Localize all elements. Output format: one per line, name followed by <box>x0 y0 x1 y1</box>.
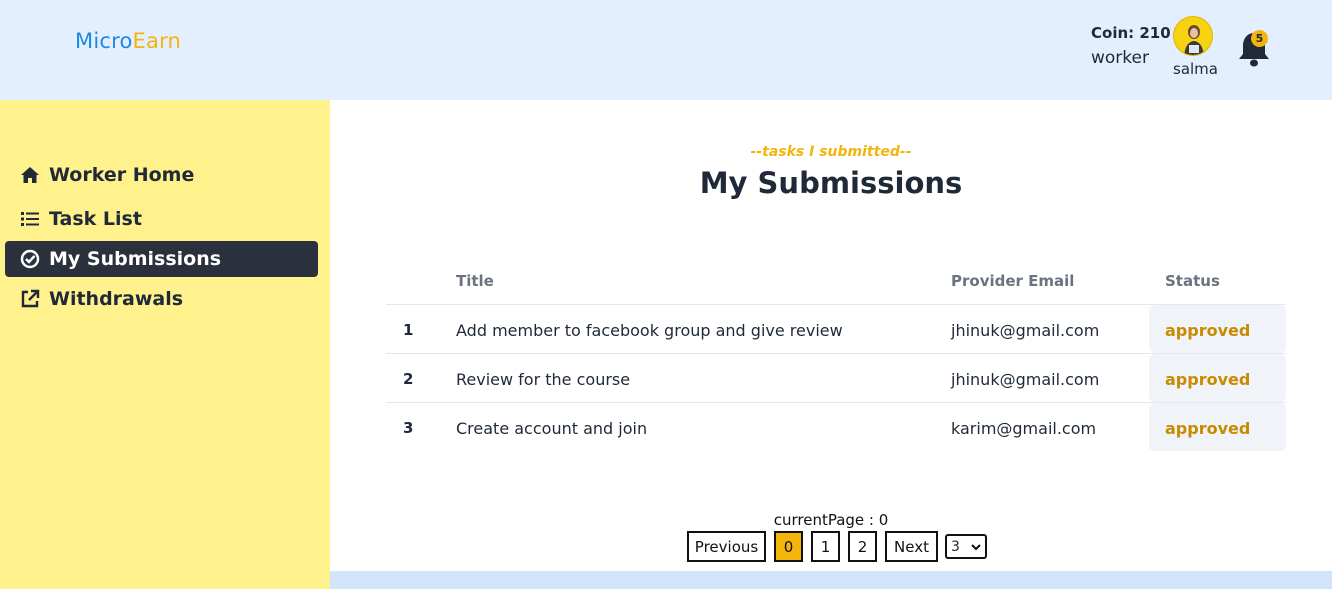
previous-button[interactable]: Previous <box>687 531 766 562</box>
submissions-table: Title Provider Email Status 1 Add member… <box>386 262 1286 451</box>
external-link-icon <box>20 289 40 309</box>
avatar[interactable] <box>1173 16 1213 56</box>
page-title: My Submissions <box>699 166 963 200</box>
footer-strip <box>330 571 1332 589</box>
logo-micro: Micro <box>75 29 133 53</box>
row-number: 3 <box>403 419 414 437</box>
table-row: 3 Create account and join karim@gmail.co… <box>386 402 1286 451</box>
top-header: MicroEarn Coin: 210 worker salma 5 <box>0 0 1332 100</box>
logo-earn: Earn <box>132 29 182 53</box>
row-number: 1 <box>403 321 414 339</box>
sidebar-item-my-submissions[interactable]: My Submissions <box>5 241 318 277</box>
items-per-page-value: 3 <box>951 538 960 555</box>
provider-email: jhinuk@gmail.com <box>951 321 1100 340</box>
pagination: Previous 0 1 2 Next 3 <box>687 531 987 562</box>
sidebar-item-label: My Submissions <box>49 248 222 270</box>
username: salma <box>1173 60 1218 78</box>
table-row: 2 Review for the course jhinuk@gmail.com… <box>386 353 1286 402</box>
next-button[interactable]: Next <box>885 531 938 562</box>
page-button-1[interactable]: 1 <box>811 531 840 562</box>
sidebar-item-label: Worker Home <box>49 164 195 186</box>
row-number: 2 <box>403 370 414 388</box>
items-per-page-select[interactable]: 3 <box>945 534 987 559</box>
list-icon <box>20 209 40 229</box>
sidebar-item-label: Withdrawals <box>49 288 184 310</box>
task-title: Review for the course <box>456 370 631 389</box>
provider-email: jhinuk@gmail.com <box>951 370 1100 389</box>
column-header-email: Provider Email <box>951 272 1075 290</box>
sidebar-item-worker-home[interactable]: Worker Home <box>5 157 318 193</box>
avatar-image <box>1174 17 1212 55</box>
home-icon <box>20 165 40 185</box>
page-button-2[interactable]: 2 <box>848 531 877 562</box>
table-header: Title Provider Email Status <box>386 262 1286 304</box>
column-header-title: Title <box>456 272 494 290</box>
sidebar-item-withdrawals[interactable]: Withdrawals <box>5 281 318 317</box>
table-row: 1 Add member to facebook group and give … <box>386 304 1286 353</box>
current-page-indicator: currentPage : 0 <box>773 511 889 529</box>
status-badge: approved <box>1165 321 1251 340</box>
sidebar-item-task-list[interactable]: Task List <box>5 201 318 237</box>
task-title: Add member to facebook group and give re… <box>456 321 843 340</box>
status-badge: approved <box>1165 370 1251 389</box>
chevron-down-icon <box>971 539 981 555</box>
status-badge: approved <box>1165 419 1251 438</box>
sidebar: Worker Home Task List My Submissions Wit… <box>0 100 330 589</box>
column-header-status: Status <box>1165 272 1220 290</box>
user-role: worker <box>1091 48 1149 68</box>
check-circle-icon <box>20 249 40 269</box>
notification-badge: 5 <box>1251 30 1268 47</box>
user-info: Coin: 210 worker <box>1091 24 1171 68</box>
sidebar-item-label: Task List <box>49 208 142 230</box>
main-content: --tasks I submitted-- My Submissions Tit… <box>330 100 1332 571</box>
coin-balance: Coin: 210 <box>1091 24 1171 42</box>
section-subtitle: --tasks I submitted-- <box>750 144 912 160</box>
page-button-0[interactable]: 0 <box>774 531 803 562</box>
provider-email: karim@gmail.com <box>951 419 1097 438</box>
task-title: Create account and join <box>456 419 648 438</box>
app-logo[interactable]: MicroEarn <box>75 29 181 53</box>
